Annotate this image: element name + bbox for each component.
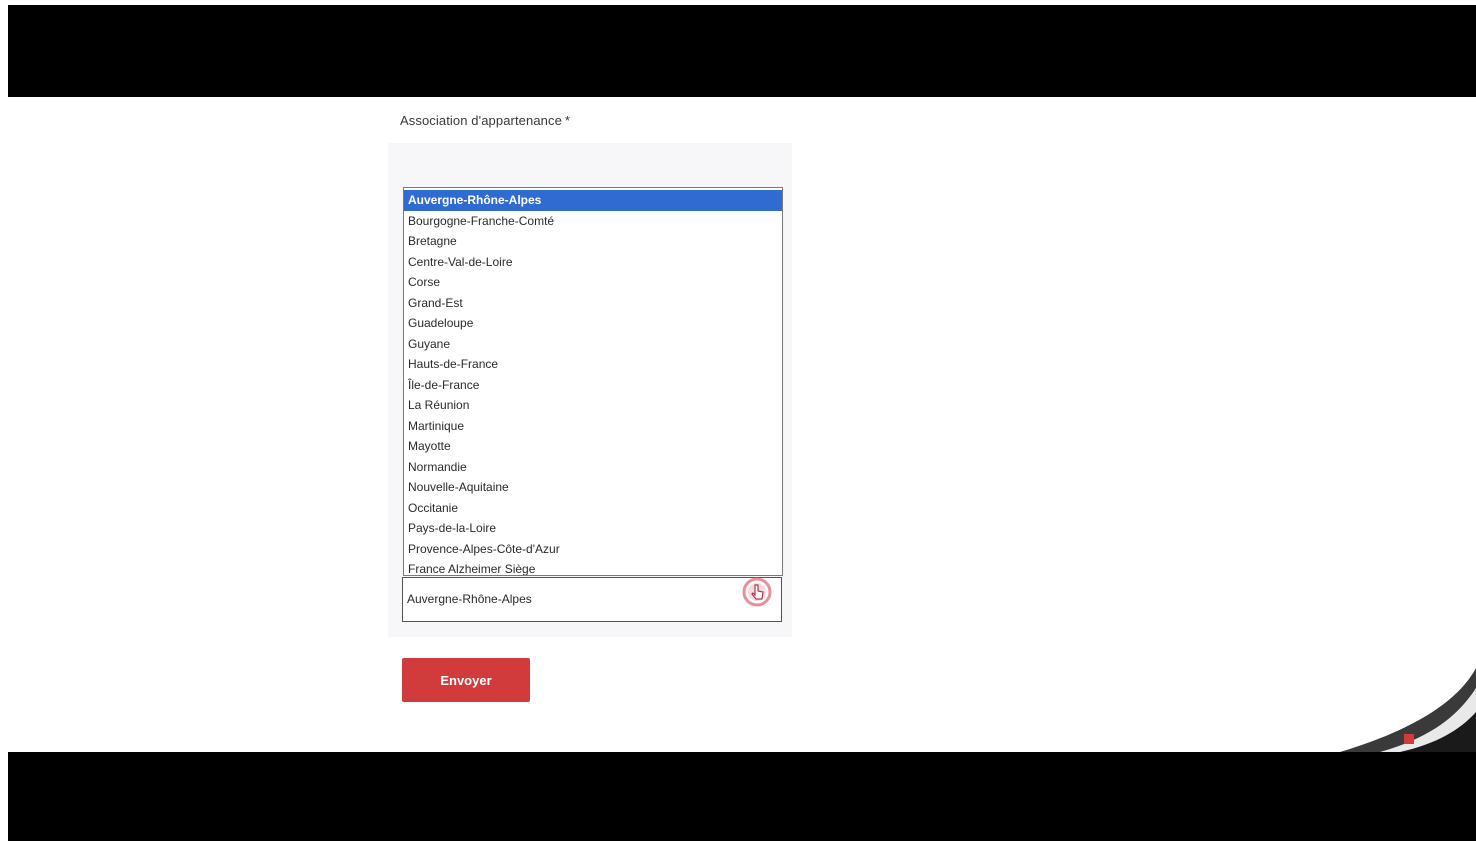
option-item[interactable]: La Réunion <box>404 395 782 416</box>
option-item[interactable]: Hauts-de-France <box>404 354 782 375</box>
association-options-list[interactable]: Auvergne-Rhône-Alpes Bourgogne-Franche-Co… <box>403 187 783 576</box>
option-item[interactable]: Auvergne-Rhône-Alpes <box>404 190 782 211</box>
frame-edge <box>0 0 8 841</box>
option-item[interactable]: Grand-Est <box>404 293 782 314</box>
option-item[interactable]: France Alzheimer Siège <box>404 559 782 575</box>
option-item[interactable]: Nouvelle-Aquitaine <box>404 477 782 498</box>
option-item[interactable]: Guyane <box>404 334 782 355</box>
video-frame: Association d'appartenance * Auvergne-Rhô… <box>0 0 1476 841</box>
letterbox-bottom <box>8 752 1476 841</box>
option-item[interactable]: Corse <box>404 272 782 293</box>
field-label: Association d'appartenance * <box>400 113 570 128</box>
association-select[interactable]: Auvergne-Rhône-Alpes <box>402 577 782 622</box>
option-item[interactable]: Martinique <box>404 416 782 437</box>
option-item[interactable]: Mayotte <box>404 436 782 457</box>
submit-button[interactable]: Envoyer <box>402 658 530 702</box>
option-item[interactable]: Provence-Alpes-Côte-d'Azur <box>404 539 782 560</box>
pointer-hand-icon <box>742 577 772 607</box>
option-item[interactable]: Normandie <box>404 457 782 478</box>
option-item[interactable]: Occitanie <box>404 498 782 519</box>
option-item[interactable]: Bourgogne-Franche-Comté <box>404 211 782 232</box>
page-curl-logo-icon <box>1340 668 1476 752</box>
letterbox-top <box>8 5 1476 97</box>
selected-value: Auvergne-Rhône-Alpes <box>407 592 532 606</box>
field-label-text: Association d'appartenance <box>400 113 562 128</box>
option-item[interactable]: Centre-Val-de-Loire <box>404 252 782 273</box>
required-mark: * <box>564 113 571 128</box>
option-item[interactable]: Bretagne <box>404 231 782 252</box>
option-item[interactable]: Guadeloupe <box>404 313 782 334</box>
option-item[interactable]: Île-de-France <box>404 375 782 396</box>
option-item[interactable]: Pays-de-la-Loire <box>404 518 782 539</box>
